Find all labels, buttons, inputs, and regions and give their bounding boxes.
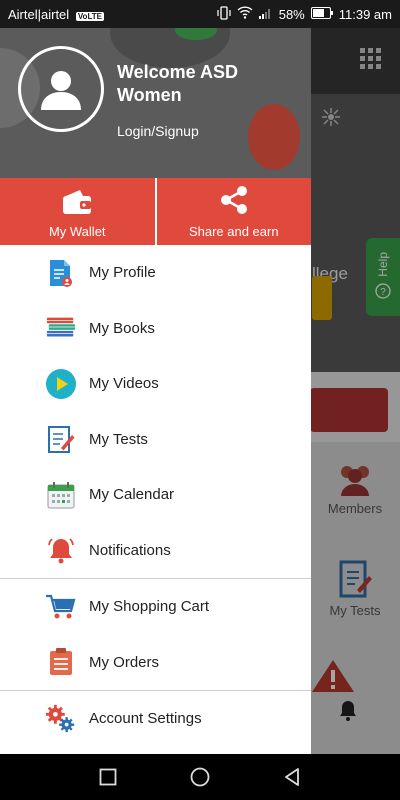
menu-item-my-videos[interactable]: My Videos: [0, 356, 311, 412]
status-icons: 58% 11:39 am: [217, 5, 392, 23]
wallet-icon: [62, 189, 92, 218]
menu-label: My Tests: [89, 430, 148, 448]
orders-list-icon: [45, 646, 77, 678]
decor-bubble: [248, 104, 300, 170]
menu-item-my-shopping-cart[interactable]: My Shopping Cart: [0, 579, 311, 635]
carrier-name: Airtel|airtel: [8, 6, 70, 22]
menu-item-my-profile[interactable]: My Profile: [0, 245, 311, 301]
shopping-cart-icon: [45, 591, 77, 623]
recents-square-icon[interactable]: [96, 765, 120, 789]
welcome-line-1: Welcome ASD: [117, 62, 239, 82]
vibrate-icon: [217, 5, 231, 23]
my-wallet-button[interactable]: My Wallet: [0, 178, 155, 245]
menu-label: My Orders: [89, 653, 160, 671]
battery-percent: 58%: [278, 6, 305, 22]
carrier: Airtel|airtel VoLTE: [8, 7, 217, 22]
bell-icon: [45, 534, 77, 566]
share-icon: [219, 185, 249, 218]
books-icon: [45, 312, 77, 344]
home-circle-icon[interactable]: [188, 765, 212, 789]
system-navigation-bar: [0, 754, 400, 800]
navigation-drawer: Welcome ASD Women Login/Signup My Wallet…: [0, 28, 311, 754]
menu-item-my-calendar[interactable]: My Calendar: [0, 467, 311, 523]
status-bar: Airtel|airtel VoLTE 58% 11:39 am: [0, 0, 400, 28]
menu-label: My Videos: [89, 375, 159, 393]
profile-header: Welcome ASD Women Login/Signup: [0, 28, 311, 178]
welcome-line-2: Women: [117, 85, 182, 105]
gears-icon: [45, 703, 77, 735]
wifi-icon: [237, 6, 253, 22]
battery-icon: [310, 6, 333, 22]
quick-actions: My Wallet Share and earn: [0, 178, 311, 245]
play-video-icon: [45, 368, 77, 400]
drawer-menu-settings: Account Settings: [0, 691, 311, 747]
menu-item-account-settings[interactable]: Account Settings: [0, 691, 311, 747]
welcome-text: Welcome ASD Women: [117, 61, 297, 107]
back-triangle-icon[interactable]: [280, 765, 304, 789]
menu-label: My Calendar: [89, 486, 175, 504]
test-pencil-icon: [45, 423, 77, 455]
screen: Airtel|airtel VoLTE 58% 11:39 am llege H…: [0, 0, 400, 800]
menu-label: My Shopping Cart: [89, 598, 210, 616]
menu-label: Account Settings: [89, 710, 202, 728]
user-icon: [41, 71, 81, 110]
menu-label: My Books: [89, 319, 155, 337]
clock: 11:39 am: [338, 6, 392, 22]
my-wallet-label: My Wallet: [48, 224, 106, 239]
login-signup-link[interactable]: Login/Signup: [117, 123, 199, 139]
drawer-menu-shopping: My Shopping Cart My Orders: [0, 579, 311, 690]
calendar-icon: [45, 479, 77, 511]
share-and-earn-button[interactable]: Share and earn: [154, 178, 312, 245]
share-and-earn-label: Share and earn: [188, 224, 279, 239]
menu-item-my-tests[interactable]: My Tests: [0, 412, 311, 468]
scrim-overlay[interactable]: [311, 28, 400, 754]
menu-item-my-books[interactable]: My Books: [0, 301, 311, 357]
menu-label: Notifications: [89, 541, 171, 559]
avatar[interactable]: [18, 46, 104, 132]
menu-label: My Profile: [89, 264, 156, 282]
profile-document-icon: [45, 257, 77, 289]
menu-item-notifications[interactable]: Notifications: [0, 523, 311, 579]
volte-badge: VoLTE: [75, 11, 104, 21]
menu-item-my-orders[interactable]: My Orders: [0, 635, 311, 691]
drawer-menu: My Profile My Books My Videos My Tests M…: [0, 245, 311, 578]
signal-icon: [258, 7, 273, 22]
